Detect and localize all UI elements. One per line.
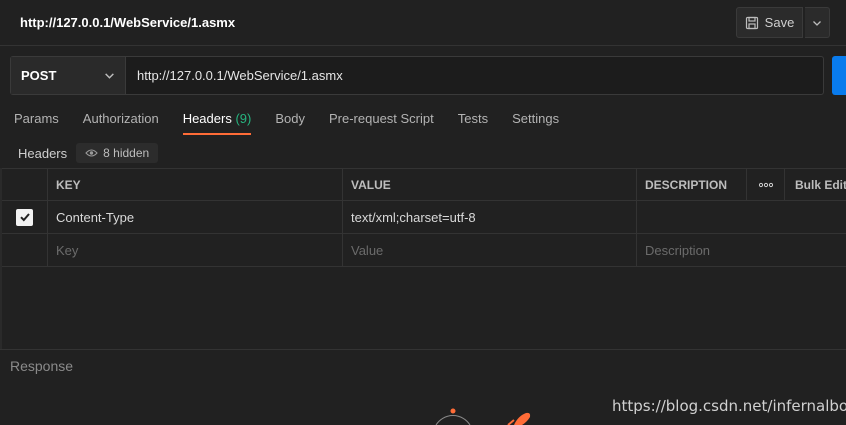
save-icon [745, 16, 758, 29]
headers-count: (9) [235, 111, 252, 126]
url-bar: POST [10, 56, 824, 95]
column-description: DESCRIPTION [636, 169, 746, 200]
chevron-down-icon [105, 73, 114, 79]
header-check-cell [2, 169, 47, 200]
tab-label: Params [14, 111, 59, 126]
tab-headers[interactable]: Headers (9) [182, 111, 252, 135]
tab-settings[interactable]: Settings [512, 111, 559, 135]
more-options-button[interactable] [746, 169, 784, 200]
save-options-button[interactable] [805, 7, 830, 38]
headers-table: KEY VALUE DESCRIPTION Bulk Edit Content-… [2, 168, 846, 267]
response-label: Response [10, 358, 74, 374]
watermark: https://blog.csdn.net/infernalboy [612, 397, 846, 415]
table-header-row: KEY VALUE DESCRIPTION Bulk Edit [2, 168, 846, 201]
response-divider[interactable] [0, 349, 846, 350]
tab-label: Settings [512, 111, 560, 126]
header-key-cell[interactable]: Content-Type [47, 201, 342, 233]
new-value-input[interactable]: Value [342, 234, 636, 266]
tab-pre-request-script[interactable]: Pre-request Script [329, 111, 434, 135]
method-label: POST [21, 68, 57, 83]
table-row-new: Key Value Description [2, 234, 846, 267]
save-group: Save [736, 7, 830, 38]
method-select[interactable]: POST [11, 57, 126, 94]
chevron-down-icon [813, 20, 821, 26]
header-value-cell[interactable]: text/xml;charset=utf-8 [342, 201, 636, 233]
headers-section-label: Headers [18, 145, 68, 161]
bulk-edit-button[interactable]: Bulk Edit [784, 169, 846, 200]
table-row: Content-Type text/xml;charset=utf-8 [2, 201, 846, 234]
tab-label: Pre-request Script [328, 111, 434, 126]
headers-subheader: Headers 8 hidden [18, 143, 159, 163]
enabled-checkbox[interactable] [16, 208, 33, 226]
request-tabs: Params Authorization Headers (9) Body Pr… [14, 111, 583, 137]
hidden-headers-toggle[interactable]: 8 hidden [76, 143, 159, 163]
hidden-count-label: 8 hidden [103, 146, 150, 160]
tab-label: Authorization [82, 111, 159, 126]
tab-label: Tests [457, 111, 489, 126]
save-button[interactable]: Save [736, 7, 803, 38]
column-key: KEY [47, 169, 342, 200]
rocket-illustration [435, 408, 531, 425]
tab-authorization[interactable]: Authorization [83, 111, 159, 135]
tab-tests[interactable]: Tests [458, 111, 488, 135]
tab-params[interactable]: Params [14, 111, 59, 135]
new-description-input[interactable]: Description [636, 234, 746, 266]
row-check-cell [2, 234, 47, 266]
row-check-cell [2, 201, 47, 233]
request-title[interactable]: http://127.0.0.1/WebService/1.asmx [20, 15, 235, 30]
send-button[interactable] [832, 56, 846, 95]
url-input[interactable] [126, 57, 823, 94]
new-key-input[interactable]: Key [47, 234, 342, 266]
column-value: VALUE [342, 169, 636, 200]
checkmark-icon [19, 213, 30, 222]
tab-body[interactable]: Body [275, 111, 305, 135]
eye-icon [85, 149, 98, 157]
tab-label: Headers [182, 111, 232, 126]
more-horizontal-icon [758, 182, 773, 187]
header-description-cell[interactable] [636, 201, 746, 233]
request-header-bar: http://127.0.0.1/WebService/1.asmx Save [0, 0, 846, 46]
tab-label: Body [275, 111, 305, 126]
save-label: Save [764, 15, 795, 30]
